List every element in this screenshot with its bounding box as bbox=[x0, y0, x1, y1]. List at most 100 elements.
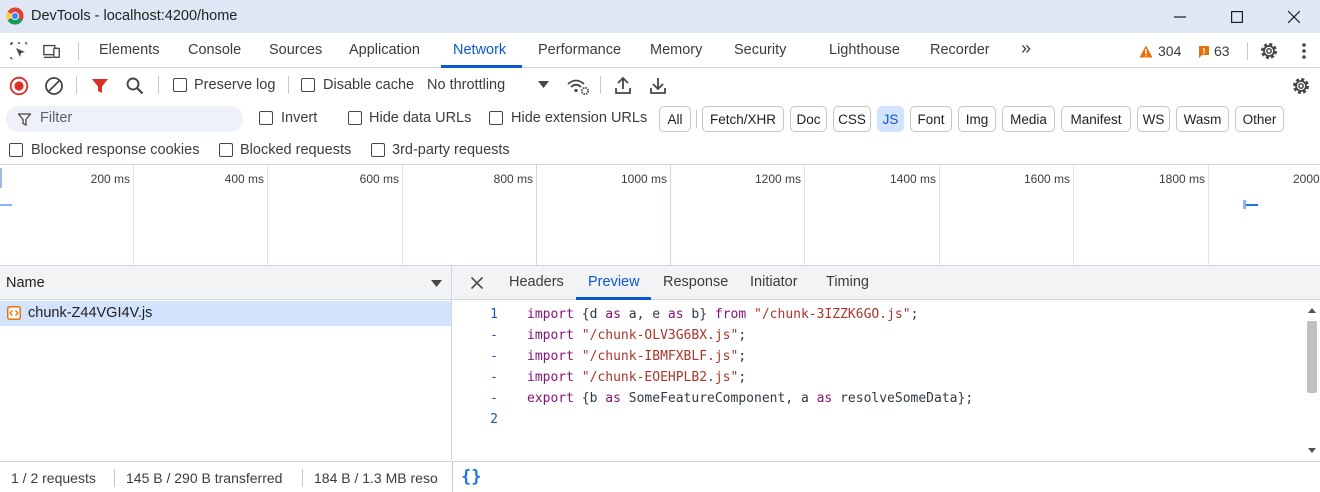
hide-data-urls-label: Hide data URLs bbox=[369, 110, 472, 126]
preserve-log-checkbox[interactable] bbox=[173, 78, 187, 92]
line-number: - bbox=[490, 370, 498, 385]
column-header-name[interactable]: Name bbox=[6, 275, 45, 291]
gridline bbox=[1208, 165, 1209, 265]
type-filter-fetch-xhr[interactable]: Fetch/XHR bbox=[702, 106, 784, 132]
tab-memory[interactable]: Memory bbox=[650, 42, 702, 58]
close-window-button[interactable] bbox=[1264, 0, 1320, 33]
type-filter-js[interactable]: JS bbox=[877, 106, 904, 132]
devtools-tab-bar: Elements Console Sources Application Net… bbox=[0, 33, 1320, 68]
gridline bbox=[670, 165, 671, 265]
line-number: 2 bbox=[490, 412, 498, 427]
export-har-button[interactable] bbox=[647, 75, 669, 97]
tab-elements[interactable]: Elements bbox=[99, 42, 159, 58]
type-filter-all[interactable]: All bbox=[659, 106, 691, 132]
blocked-requests-checkbox[interactable] bbox=[219, 143, 233, 157]
clear-button[interactable] bbox=[43, 75, 65, 97]
tab-timing[interactable]: Timing bbox=[826, 274, 869, 290]
sort-descending-icon[interactable] bbox=[431, 280, 442, 287]
network-settings-button[interactable] bbox=[1290, 75, 1312, 97]
kebab-menu-icon bbox=[1302, 43, 1306, 59]
type-filter-font[interactable]: Font bbox=[910, 106, 952, 132]
type-filter-media[interactable]: Media bbox=[1002, 106, 1055, 132]
disable-cache-checkbox[interactable] bbox=[301, 78, 315, 92]
search-icon bbox=[126, 77, 144, 95]
network-toolbar: Preserve log Disable cache No throttling bbox=[0, 68, 1320, 102]
tab-performance[interactable]: Performance bbox=[538, 42, 621, 58]
scroll-up-icon[interactable] bbox=[1308, 308, 1316, 313]
tab-headers[interactable]: Headers bbox=[509, 274, 564, 290]
issues-icon bbox=[1199, 46, 1209, 58]
warnings-count[interactable]: 304 bbox=[1158, 43, 1181, 59]
details-tab-bar: Headers Preview Response Initiator Timin… bbox=[452, 266, 1320, 300]
more-tabs-button[interactable]: » bbox=[1021, 38, 1031, 59]
type-filter-ws[interactable]: WS bbox=[1137, 106, 1170, 132]
request-bar bbox=[1246, 204, 1258, 206]
tab-network[interactable]: Network bbox=[453, 42, 506, 58]
blocked-response-cookies-checkbox[interactable] bbox=[9, 143, 23, 157]
pretty-print-button[interactable]: {} bbox=[461, 467, 481, 487]
chrome-logo-icon bbox=[6, 7, 24, 25]
tab-lighthouse[interactable]: Lighthouse bbox=[829, 42, 900, 58]
tab-sources[interactable]: Sources bbox=[269, 42, 322, 58]
separator bbox=[600, 76, 601, 94]
issues-count[interactable]: 63 bbox=[1214, 43, 1230, 59]
tick-label: 2000 bbox=[1293, 172, 1320, 186]
tick-label: 800 ms bbox=[493, 172, 533, 186]
maximize-button[interactable] bbox=[1207, 0, 1267, 33]
hide-data-urls-checkbox[interactable] bbox=[348, 111, 362, 125]
wifi-settings-icon bbox=[567, 79, 590, 96]
settings-button[interactable] bbox=[1259, 41, 1279, 61]
filter-icon bbox=[18, 113, 31, 126]
filter-toggle-button[interactable] bbox=[89, 75, 111, 97]
tab-response[interactable]: Response bbox=[663, 274, 728, 290]
minimize-icon bbox=[1174, 15, 1186, 18]
code-text: import "/chunk-OLV3G6BX.js"; bbox=[527, 328, 747, 343]
hide-extension-urls-checkbox[interactable] bbox=[489, 111, 503, 125]
type-filter-wasm[interactable]: Wasm bbox=[1176, 106, 1229, 132]
tab-preview[interactable]: Preview bbox=[588, 274, 640, 290]
type-filter-manifest[interactable]: Manifest bbox=[1061, 106, 1131, 132]
network-conditions-button[interactable] bbox=[566, 75, 590, 97]
tab-recorder[interactable]: Recorder bbox=[930, 42, 990, 58]
search-button[interactable] bbox=[124, 75, 146, 97]
type-filter-img[interactable]: Img bbox=[958, 106, 996, 132]
request-row[interactable]: chunk-Z44VGI4V.js bbox=[0, 301, 451, 326]
third-party-requests-checkbox[interactable] bbox=[371, 143, 385, 157]
scrollbar-thumb[interactable] bbox=[1307, 321, 1317, 393]
code-text: import {d as a, e as b} from "/chunk-3IZ… bbox=[527, 307, 919, 322]
tick-label: 400 ms bbox=[224, 172, 264, 186]
network-overview-timeline[interactable]: 200 ms 400 ms 600 ms 800 ms 1000 ms 1200… bbox=[0, 165, 1320, 266]
type-filter-other[interactable]: Other bbox=[1235, 106, 1284, 132]
tick-label: 200 ms bbox=[90, 172, 130, 186]
vertical-scrollbar[interactable] bbox=[1304, 301, 1320, 461]
close-details-icon[interactable] bbox=[471, 277, 483, 289]
script-file-icon bbox=[7, 306, 21, 320]
request-filter-options: Blocked response cookies Blocked request… bbox=[0, 135, 1320, 165]
type-filter-doc[interactable]: Doc bbox=[790, 106, 827, 132]
type-filter-css[interactable]: CSS bbox=[833, 106, 871, 132]
throttling-select[interactable]: No throttling bbox=[427, 77, 505, 93]
source-preview[interactable]: 1 import {d as a, e as b} from "/chunk-3I… bbox=[452, 301, 1304, 461]
stop-recording-button[interactable] bbox=[8, 75, 30, 97]
scroll-down-icon[interactable] bbox=[1308, 448, 1316, 453]
device-toggle-icon bbox=[43, 44, 60, 59]
filter-input[interactable]: Filter bbox=[6, 106, 243, 132]
tab-application[interactable]: Application bbox=[349, 42, 420, 58]
import-har-button[interactable] bbox=[612, 75, 634, 97]
tab-initiator[interactable]: Initiator bbox=[750, 274, 798, 290]
more-options-button[interactable] bbox=[1294, 41, 1314, 61]
request-details-panel: Headers Preview Response Initiator Timin… bbox=[452, 266, 1320, 461]
code-line: - import "/chunk-EOEHPLB2.js"; bbox=[452, 370, 1304, 391]
upload-icon bbox=[615, 76, 631, 94]
invert-checkbox[interactable] bbox=[259, 111, 273, 125]
preserve-log-label: Preserve log bbox=[194, 77, 276, 93]
timeline-selection-handle[interactable] bbox=[0, 168, 2, 188]
tick-label: 600 ms bbox=[359, 172, 399, 186]
minimize-button[interactable] bbox=[1150, 0, 1210, 33]
code-line: 1 import {d as a, e as b} from "/chunk-3I… bbox=[452, 307, 1304, 328]
tab-console[interactable]: Console bbox=[188, 42, 241, 58]
tab-security[interactable]: Security bbox=[734, 42, 786, 58]
device-toolbar-button[interactable] bbox=[42, 41, 62, 61]
inspect-element-button[interactable] bbox=[9, 41, 29, 61]
separator bbox=[302, 469, 303, 487]
